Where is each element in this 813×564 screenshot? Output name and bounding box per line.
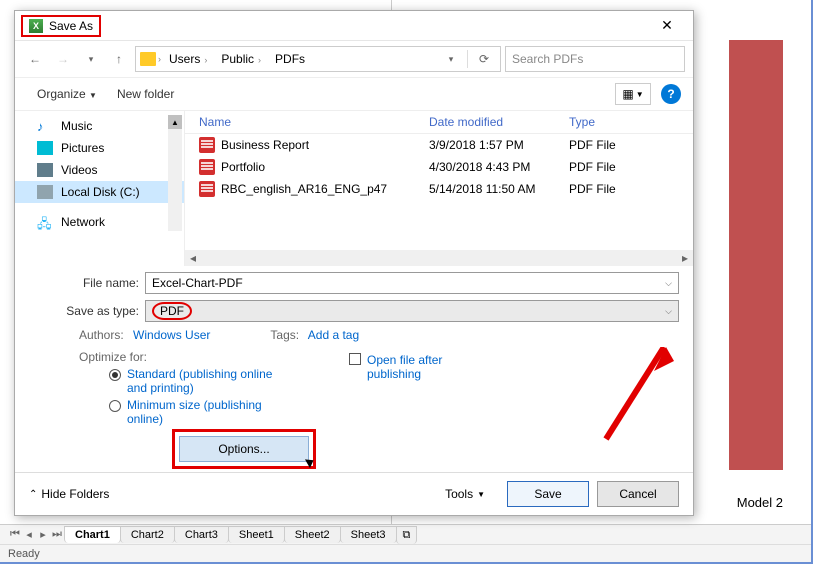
radio-icon <box>109 369 121 381</box>
chart-label: Model 2 <box>737 495 783 510</box>
title-caption: X Save As <box>21 15 101 37</box>
toolbar: Organize ▼ New folder ▦ ▼ ? <box>15 77 693 111</box>
breadcrumb-item[interactable]: Public› <box>215 52 267 66</box>
sheet-tab[interactable]: Sheet2 <box>284 526 341 543</box>
col-name[interactable]: Name <box>199 115 429 129</box>
address-bar-row: ← → ▾ ↑ › Users› Public› PDFs ▾ ⟳ Search… <box>15 41 693 77</box>
sidebar-item-pictures[interactable]: Pictures <box>15 137 184 159</box>
sidebar-item-network[interactable]: 🖧 Network <box>15 211 184 233</box>
breadcrumb[interactable]: › Users› Public› PDFs ▾ ⟳ <box>135 46 501 72</box>
insert-sheet-button[interactable]: ⧉ <box>396 526 418 544</box>
new-folder-button[interactable]: New folder <box>107 83 184 105</box>
save-button[interactable]: Save <box>507 481 589 507</box>
breadcrumb-item[interactable]: PDFs <box>269 52 311 66</box>
chevron-down-icon[interactable]: ⌵ <box>665 306 672 317</box>
open-after-checkbox[interactable]: Open file after publishing <box>349 353 487 381</box>
forward-button[interactable]: → <box>51 47 75 71</box>
tags-value[interactable]: Add a tag <box>308 328 359 342</box>
sidebar-item-videos[interactable]: Videos <box>15 159 184 181</box>
sidebar-item-local-disk[interactable]: Local Disk (C:) <box>15 181 184 203</box>
excel-icon: X <box>29 19 43 33</box>
tab-next-icon[interactable]: ▸ <box>36 528 50 541</box>
save-as-dialog: X Save As ✕ ← → ▾ ↑ › Users› Public› PDF… <box>14 10 694 516</box>
cancel-button[interactable]: Cancel <box>597 481 679 507</box>
pdf-icon <box>199 159 215 175</box>
tags-label: Tags: <box>270 328 299 342</box>
file-row[interactable]: Business Report 3/9/2018 1:57 PM PDF Fil… <box>185 134 693 156</box>
radio-minimum[interactable]: Minimum size (publishing online) <box>109 398 309 426</box>
search-input[interactable]: Search PDFs <box>505 46 685 72</box>
checkbox-icon <box>349 353 361 365</box>
sheet-tab[interactable]: Chart3 <box>174 526 229 543</box>
savetype-label: Save as type: <box>29 304 139 318</box>
chevron-down-icon[interactable]: ⌵ <box>665 278 672 289</box>
up-button[interactable]: ↑ <box>107 47 131 71</box>
options-button[interactable]: Options... <box>179 436 309 462</box>
chevron-right-icon[interactable]: › <box>158 54 161 64</box>
h-scrollbar[interactable]: ◂ ▸ <box>185 250 693 266</box>
filename-label: File name: <box>29 276 139 290</box>
help-button[interactable]: ? <box>661 84 681 104</box>
pdf-icon <box>199 137 215 153</box>
tools-menu[interactable]: Tools▼ <box>445 487 485 501</box>
chart-bar <box>729 40 783 470</box>
file-row[interactable]: Portfolio 4/30/2018 4:43 PM PDF File <box>185 156 693 178</box>
refresh-button[interactable]: ⟳ <box>472 47 496 71</box>
save-form: File name: Excel-Chart-PDF ⌵ Save as typ… <box>15 266 693 472</box>
scroll-up-icon[interactable]: ▲ <box>168 115 182 129</box>
file-row[interactable]: RBC_english_AR16_ENG_p47 5/14/2018 11:50… <box>185 178 693 200</box>
sheet-tabs: ⏮ ◂ ▸ ⏭ Chart1 Chart2 Chart3 Sheet1 Shee… <box>0 524 811 544</box>
pictures-icon <box>37 141 53 155</box>
view-button[interactable]: ▦ ▼ <box>615 83 651 105</box>
videos-icon <box>37 163 53 177</box>
sidebar-item-music[interactable]: ♪ Music <box>15 115 184 137</box>
sheet-tab[interactable]: Sheet3 <box>340 526 397 543</box>
col-type[interactable]: Type <box>569 115 683 129</box>
folder-icon <box>140 52 156 66</box>
sheet-tab[interactable]: Chart1 <box>64 526 121 543</box>
breadcrumb-item[interactable]: Users› <box>163 52 213 66</box>
pdf-icon <box>199 181 215 197</box>
cursor-icon <box>305 456 316 468</box>
music-icon: ♪ <box>37 119 53 133</box>
tab-first-icon[interactable]: ⏮ <box>8 528 22 541</box>
radio-icon <box>109 400 121 412</box>
back-button[interactable]: ← <box>23 47 47 71</box>
tab-prev-icon[interactable]: ◂ <box>22 528 36 541</box>
filename-input[interactable]: Excel-Chart-PDF ⌵ <box>145 272 679 294</box>
file-list: Name Date modified Type Business Report … <box>185 111 693 266</box>
close-button[interactable]: ✕ <box>647 13 687 39</box>
status-bar: Ready <box>0 544 811 562</box>
tab-last-icon[interactable]: ⏭ <box>50 528 64 541</box>
col-date[interactable]: Date modified <box>429 115 569 129</box>
authors-label: Authors: <box>79 328 124 342</box>
savetype-dropdown[interactable]: PDF ⌵ <box>145 300 679 322</box>
sheet-tab[interactable]: Chart2 <box>120 526 175 543</box>
dialog-bottom: ⌃ Hide Folders Tools▼ Save Cancel <box>15 472 693 515</box>
scroll-left-icon[interactable]: ◂ <box>185 250 201 266</box>
disk-icon <box>37 185 53 199</box>
sheet-tab[interactable]: Sheet1 <box>228 526 285 543</box>
hide-folders-button[interactable]: ⌃ Hide Folders <box>29 487 109 501</box>
explorer-body: ♪ Music Pictures Videos Local Disk (C:) … <box>15 111 693 266</box>
chevron-down-icon[interactable]: ▾ <box>439 47 463 71</box>
recent-dropdown[interactable]: ▾ <box>79 47 103 71</box>
column-headers: Name Date modified Type <box>185 111 693 134</box>
organize-menu[interactable]: Organize ▼ <box>27 83 107 105</box>
radio-standard[interactable]: Standard (publishing online and printing… <box>109 367 309 395</box>
scrollbar[interactable] <box>168 115 182 231</box>
optimize-label: Optimize for: <box>79 350 147 364</box>
network-icon: 🖧 <box>37 215 53 229</box>
window-title: Save As <box>49 19 93 33</box>
titlebar: X Save As ✕ <box>15 11 693 41</box>
scroll-right-icon[interactable]: ▸ <box>677 250 693 266</box>
authors-value[interactable]: Windows User <box>133 328 210 342</box>
nav-pane: ♪ Music Pictures Videos Local Disk (C:) … <box>15 111 185 266</box>
